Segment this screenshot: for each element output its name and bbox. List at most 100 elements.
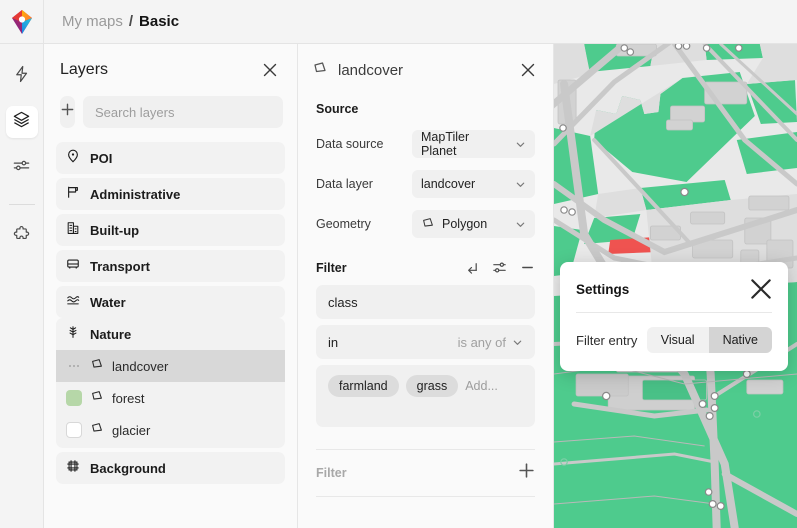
undo-icon[interactable] (464, 260, 479, 275)
puzzle-icon (12, 225, 31, 249)
layers-panel-title: Layers (60, 61, 108, 79)
bus-icon (66, 257, 80, 276)
field-label: Geometry (316, 217, 412, 231)
search-layers-input[interactable] (83, 96, 283, 128)
filter-operator-hint: is any of (458, 335, 506, 350)
app-window: My maps / Basic (0, 0, 797, 528)
data-source-select[interactable]: MapTiler Planet (412, 130, 535, 158)
select-value: Polygon (442, 217, 508, 231)
add-filter-label: Filter (316, 466, 347, 480)
add-filter-row: Filter (298, 450, 553, 496)
field-data-source: Data source MapTiler Planet (298, 126, 553, 162)
layer-group-label: POI (90, 151, 112, 166)
chevron-down-icon (515, 219, 526, 230)
source-section-title: Source (298, 96, 553, 126)
select-value: MapTiler Planet (421, 130, 508, 158)
geometry-select[interactable]: Polygon (412, 210, 535, 238)
filter-section-header: Filter (298, 246, 553, 285)
filter-entry-option-visual[interactable]: Visual (647, 327, 709, 353)
filter-operator-value: in (328, 335, 338, 350)
field-geometry: Geometry Polygon (298, 206, 553, 242)
rail-item-lightning[interactable] (6, 60, 38, 92)
settings-popup-title: Settings (576, 282, 629, 297)
icon-rail (0, 44, 44, 528)
layers-panel-close-icon[interactable] (259, 59, 281, 81)
polygon-icon (90, 421, 104, 440)
field-data-layer: Data layer landcover (298, 166, 553, 202)
filter-chip-add[interactable]: Add... (465, 375, 498, 397)
layer-group-transport[interactable]: Transport (56, 250, 285, 282)
waves-icon (66, 293, 80, 312)
lightning-icon (13, 65, 31, 88)
layer-group-label: Administrative (90, 187, 180, 202)
flag-icon (66, 185, 80, 204)
layers-icon (12, 110, 31, 134)
detail-panel-header: landcover (298, 44, 553, 96)
filter-chip[interactable]: farmland (328, 375, 399, 397)
layer-group-water[interactable]: Water (56, 286, 285, 318)
layer-item-label: landcover (112, 359, 168, 374)
filter-section-title: Filter (316, 261, 347, 275)
rail-item-layers[interactable] (6, 106, 38, 138)
settings-popup: Settings Filter entry Visual Native (560, 262, 788, 371)
polygon-icon (90, 357, 104, 376)
maptiler-logo-icon[interactable] (0, 0, 44, 43)
rail-item-sliders[interactable] (6, 152, 38, 184)
breadcrumb-root[interactable]: My maps (62, 13, 123, 30)
layer-swatch-forest (66, 390, 82, 406)
layer-group-label: Transport (90, 259, 150, 274)
building-icon (66, 221, 80, 240)
layer-group-label: Background (90, 461, 166, 476)
layer-item-forest[interactable]: forest (56, 382, 285, 414)
filter-chip[interactable]: grass (406, 375, 459, 397)
pin-icon (66, 149, 80, 168)
layer-group-nature[interactable]: Nature (56, 318, 285, 350)
settings-close-icon[interactable] (750, 278, 772, 300)
chevron-down-icon (512, 337, 523, 348)
data-layer-select[interactable]: landcover (412, 170, 535, 198)
layer-group-nature-wrapper: Nature landcover (56, 318, 285, 448)
map-canvas[interactable]: Settings Filter entry Visual Native (554, 44, 797, 528)
field-label: Data source (316, 137, 412, 151)
tree-icon (66, 325, 80, 344)
filter-entry-toggle: Visual Native (647, 327, 772, 353)
layer-swatch-dots (66, 358, 82, 374)
layer-group-background[interactable]: Background (56, 452, 285, 484)
breadcrumb: My maps / Basic (44, 0, 179, 43)
filter-editor: class in is any of farmland grass Add... (298, 285, 553, 427)
add-layer-button[interactable] (60, 96, 75, 128)
layers-search-row (44, 96, 297, 142)
sliders-icon (12, 156, 31, 180)
layer-group-label: Water (90, 295, 126, 310)
filter-values-box[interactable]: farmland grass Add... (316, 365, 535, 427)
settings-sliders-icon[interactable] (492, 260, 507, 275)
layer-item-glacier[interactable]: glacier (56, 414, 285, 446)
plus-icon[interactable] (518, 462, 535, 484)
settings-popup-body: Filter entry Visual Native (560, 313, 788, 371)
minus-icon[interactable] (520, 260, 535, 275)
rail-divider (9, 204, 35, 205)
breadcrumb-separator: / (129, 13, 133, 30)
detail-panel-title: landcover (338, 62, 403, 79)
polygon-icon (421, 216, 435, 233)
filter-divider-bottom (316, 496, 535, 497)
filter-field-input[interactable]: class (316, 285, 535, 319)
chevron-down-icon (515, 139, 526, 150)
layer-group-label: Built-up (90, 223, 139, 238)
filter-operator-select[interactable]: in is any of (316, 325, 535, 359)
plus-icon (60, 102, 75, 122)
layer-group-poi[interactable]: POI (56, 142, 285, 174)
layer-group-built-up[interactable]: Built-up (56, 214, 285, 246)
filter-tools (464, 260, 535, 275)
breadcrumb-current: Basic (139, 13, 179, 30)
detail-header-left: landcover (312, 60, 403, 81)
polygon-icon (90, 389, 104, 408)
layer-item-landcover[interactable]: landcover (56, 350, 285, 382)
filter-entry-option-native[interactable]: Native (709, 327, 772, 353)
layer-group-administrative[interactable]: Administrative (56, 178, 285, 210)
chevron-down-icon (515, 179, 526, 190)
detail-panel-close-icon[interactable] (517, 59, 539, 81)
app-body: Layers (0, 44, 797, 528)
filter-field-value: class (328, 295, 358, 310)
rail-item-plugins[interactable] (6, 221, 38, 253)
